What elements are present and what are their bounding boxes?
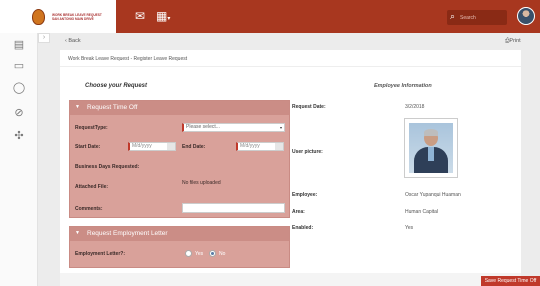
- employee-label: Employee:: [292, 192, 318, 198]
- chevron-down-icon: ▼: [75, 104, 80, 110]
- search-box[interactable]: ⌕: [447, 10, 507, 25]
- end-date-label: End Date:: [182, 144, 206, 150]
- print-button[interactable]: ⎙Print: [505, 38, 521, 45]
- calendar-icon[interactable]: ▦▾: [156, 9, 170, 26]
- avatar[interactable]: [517, 7, 535, 25]
- attached-file-value: No files uploaded: [182, 180, 221, 186]
- attached-file-label: Attached File:: [75, 184, 109, 190]
- inbox-icon[interactable]: ✉: [135, 9, 145, 23]
- enabled-value: Yes: [405, 225, 414, 231]
- chevron-down-icon: ▼: [75, 230, 80, 236]
- comments-input[interactable]: [182, 203, 285, 213]
- request-date-value: 3/2/2018: [405, 104, 425, 110]
- start-date-label: Start Date:: [75, 144, 101, 150]
- footer-strip: [60, 273, 521, 286]
- collapse-toggle[interactable]: ›: [38, 33, 50, 43]
- radio-no-label: No: [219, 251, 226, 257]
- folder-icon[interactable]: ▭: [0, 59, 38, 72]
- save-request-button[interactable]: Save Request Time Off: [481, 276, 540, 286]
- employment-letter-title: Request Employment Letter: [87, 230, 168, 237]
- puzzle-icon[interactable]: ✣: [0, 129, 38, 142]
- start-date-input[interactable]: M/d/yyyy: [128, 142, 176, 151]
- employee-heading: Employee Information: [374, 83, 432, 89]
- logo[interactable]: WORK BREAK LEAVE REQUEST SAN ANTONIO MAI…: [0, 0, 116, 33]
- search-icon: ⌕: [450, 11, 456, 21]
- employment-letter-section: ▼ Request Employment Letter Employment L…: [69, 226, 290, 268]
- chat-icon[interactable]: ◯: [0, 81, 38, 94]
- book-icon[interactable]: ▤: [0, 38, 38, 51]
- request-type-select[interactable]: Please select... ▾: [182, 123, 285, 132]
- area-label: Area:: [292, 209, 305, 215]
- calendar-icon[interactable]: [275, 143, 283, 150]
- request-type-label: RequestType:: [75, 125, 108, 131]
- enabled-label: Enabled:: [292, 225, 314, 231]
- calendar-icon[interactable]: [167, 143, 175, 150]
- radio-no[interactable]: [209, 250, 216, 257]
- search-input[interactable]: [460, 12, 504, 23]
- end-date-input[interactable]: M/d/yyyy: [236, 142, 284, 151]
- paperclip-icon[interactable]: ⊘: [0, 106, 38, 119]
- area-value: Human Capital: [405, 209, 439, 215]
- logo-text: WORK BREAK LEAVE REQUEST SAN ANTONIO MAI…: [52, 13, 102, 21]
- user-photo: [404, 118, 458, 178]
- user-picture-label: User picture:: [292, 149, 323, 155]
- business-days-label: Business Days Requested:: [75, 164, 140, 170]
- employment-letter-header[interactable]: ▼ Request Employment Letter: [70, 227, 289, 241]
- seal-icon: [32, 9, 45, 25]
- time-off-title: Request Time Off: [87, 104, 138, 111]
- time-off-section: ▼ Request Time Off RequestType: Please s…: [69, 100, 290, 218]
- breadcrumb: Work Break Leave Request - Register Leav…: [68, 56, 188, 62]
- radio-yes[interactable]: [185, 250, 192, 257]
- radio-yes-label: Yes: [195, 251, 204, 257]
- request-heading: Choose your Request: [85, 83, 148, 89]
- left-rail: ▤ ▭ ◯ ⊘ ✣: [0, 33, 38, 286]
- request-date-label: Request Date:: [292, 104, 326, 110]
- chevron-down-icon: ▾: [279, 125, 282, 130]
- top-bar: WORK BREAK LEAVE REQUEST SAN ANTONIO MAI…: [0, 0, 540, 33]
- comments-label: Comments:: [75, 206, 103, 212]
- employment-letter-label: Employment Letter?:: [75, 251, 126, 257]
- back-link[interactable]: ‹ Back: [65, 38, 81, 44]
- time-off-header[interactable]: ▼ Request Time Off: [70, 101, 289, 115]
- main-panel: Work Break Leave Request - Register Leav…: [60, 50, 521, 273]
- sub-header: ‹ Back ⎙Print: [50, 33, 540, 50]
- employee-name: Oscar Yupanqui Huaman: [405, 192, 461, 198]
- divider: [60, 66, 521, 67]
